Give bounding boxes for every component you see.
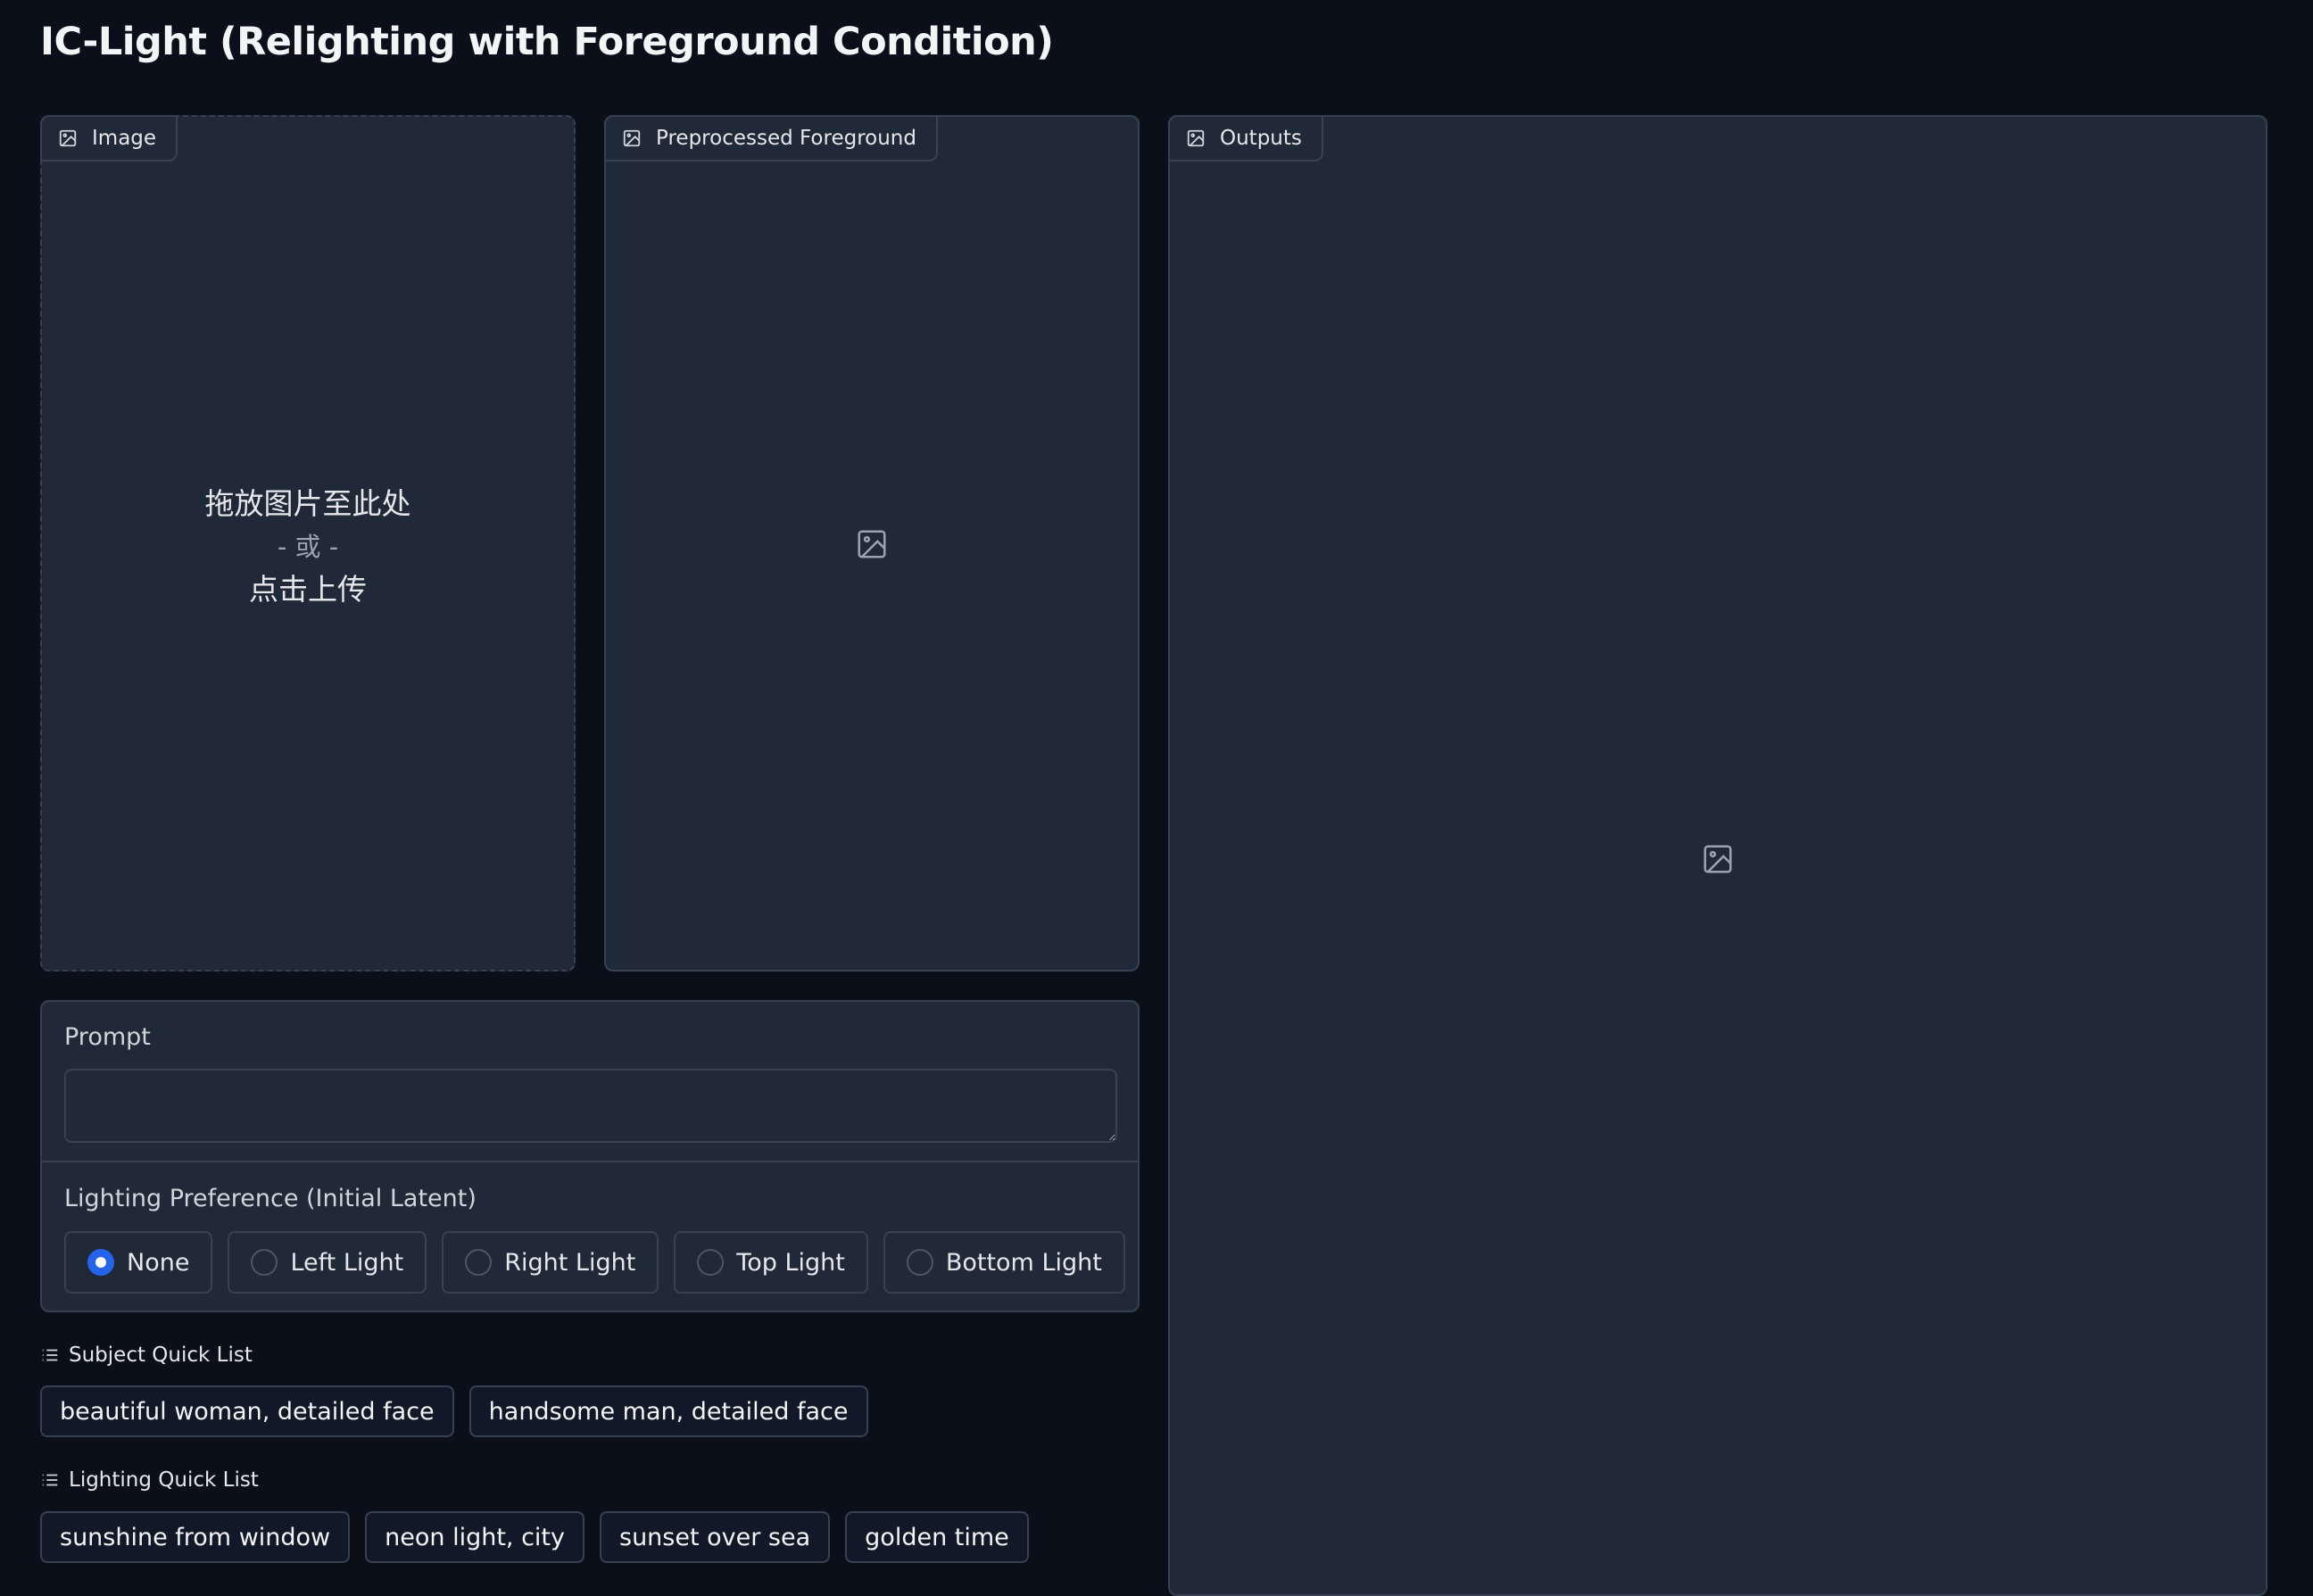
image-icon xyxy=(59,129,77,147)
image-panel-label: Image xyxy=(92,127,157,150)
image-placeholder-icon xyxy=(858,530,886,558)
subject-quick-list: beautiful woman, detailed face handsome … xyxy=(40,1385,868,1437)
preprocessed-panel-tag: Preprocessed Foreground xyxy=(604,115,938,161)
prompt-label: Prompt xyxy=(64,1023,151,1051)
image-panel-tag: Image xyxy=(40,115,178,161)
subject-quick-list-title: Subject Quick List xyxy=(69,1344,253,1367)
prompt-input[interactable] xyxy=(64,1069,1117,1143)
radio-label: Right Light xyxy=(504,1248,636,1277)
image-upload-panel[interactable]: Image 拖放图片至此处 - 或 - 点击上传 xyxy=(40,115,576,972)
image-icon xyxy=(623,129,641,147)
outputs-panel-tag: Outputs xyxy=(1168,115,1323,161)
divider xyxy=(42,1161,1138,1162)
lighting-quick-list: sunshine from window neon light, city su… xyxy=(40,1511,1029,1563)
outputs-panel: Outputs xyxy=(1168,115,2267,1596)
or-text: - 或 - xyxy=(277,532,339,562)
radio-top-light[interactable]: Top Light xyxy=(674,1231,868,1294)
image-icon xyxy=(1187,129,1205,147)
radio-label: Bottom Light xyxy=(945,1248,1102,1277)
radio-bottom-light[interactable]: Bottom Light xyxy=(883,1231,1125,1294)
lighting-radio-group: None Left Light Right Light Top Light Bo… xyxy=(64,1231,1125,1294)
preprocessed-foreground-panel: Preprocessed Foreground xyxy=(604,115,1140,972)
lighting-quick-list-title: Lighting Quick List xyxy=(69,1468,259,1492)
subject-chip[interactable]: beautiful woman, detailed face xyxy=(40,1385,454,1437)
lighting-chip[interactable]: sunshine from window xyxy=(40,1511,351,1563)
lighting-preference-label: Lighting Preference (Initial Latent) xyxy=(64,1185,477,1212)
preprocessed-panel-label: Preprocessed Foreground xyxy=(656,127,916,150)
drop-text: 拖放图片至此处 xyxy=(204,486,411,521)
radio-indicator xyxy=(251,1249,278,1276)
upload-dropzone[interactable]: 拖放图片至此处 - 或 - 点击上传 xyxy=(42,483,574,611)
radio-left-light[interactable]: Left Light xyxy=(228,1231,427,1294)
list-icon xyxy=(42,1349,58,1361)
radio-label: Left Light xyxy=(290,1248,404,1277)
radio-indicator xyxy=(87,1249,114,1276)
lighting-chip[interactable]: sunset over sea xyxy=(600,1511,831,1563)
page-title: IC-Light (Relighting with Foreground Con… xyxy=(40,20,1054,64)
lighting-quick-list-label: Lighting Quick List xyxy=(40,1468,259,1492)
click-upload-text: 点击上传 xyxy=(249,572,367,607)
radio-label: None xyxy=(127,1248,190,1277)
subject-chip[interactable]: handsome man, detailed face xyxy=(468,1385,868,1437)
lighting-chip[interactable]: golden time xyxy=(845,1511,1029,1563)
image-placeholder-icon xyxy=(1704,845,1732,873)
lighting-chip[interactable]: neon light, city xyxy=(365,1511,584,1563)
subject-quick-list-label: Subject Quick List xyxy=(40,1344,253,1367)
list-icon xyxy=(42,1474,58,1486)
prompt-lighting-block: Prompt Lighting Preference (Initial Late… xyxy=(40,1000,1140,1312)
radio-indicator xyxy=(465,1249,493,1276)
radio-indicator xyxy=(697,1249,725,1276)
radio-indicator xyxy=(906,1249,933,1276)
radio-label: Top Light xyxy=(736,1248,845,1277)
outputs-panel-label: Outputs xyxy=(1220,127,1302,150)
radio-right-light[interactable]: Right Light xyxy=(442,1231,659,1294)
radio-none[interactable]: None xyxy=(64,1231,213,1294)
